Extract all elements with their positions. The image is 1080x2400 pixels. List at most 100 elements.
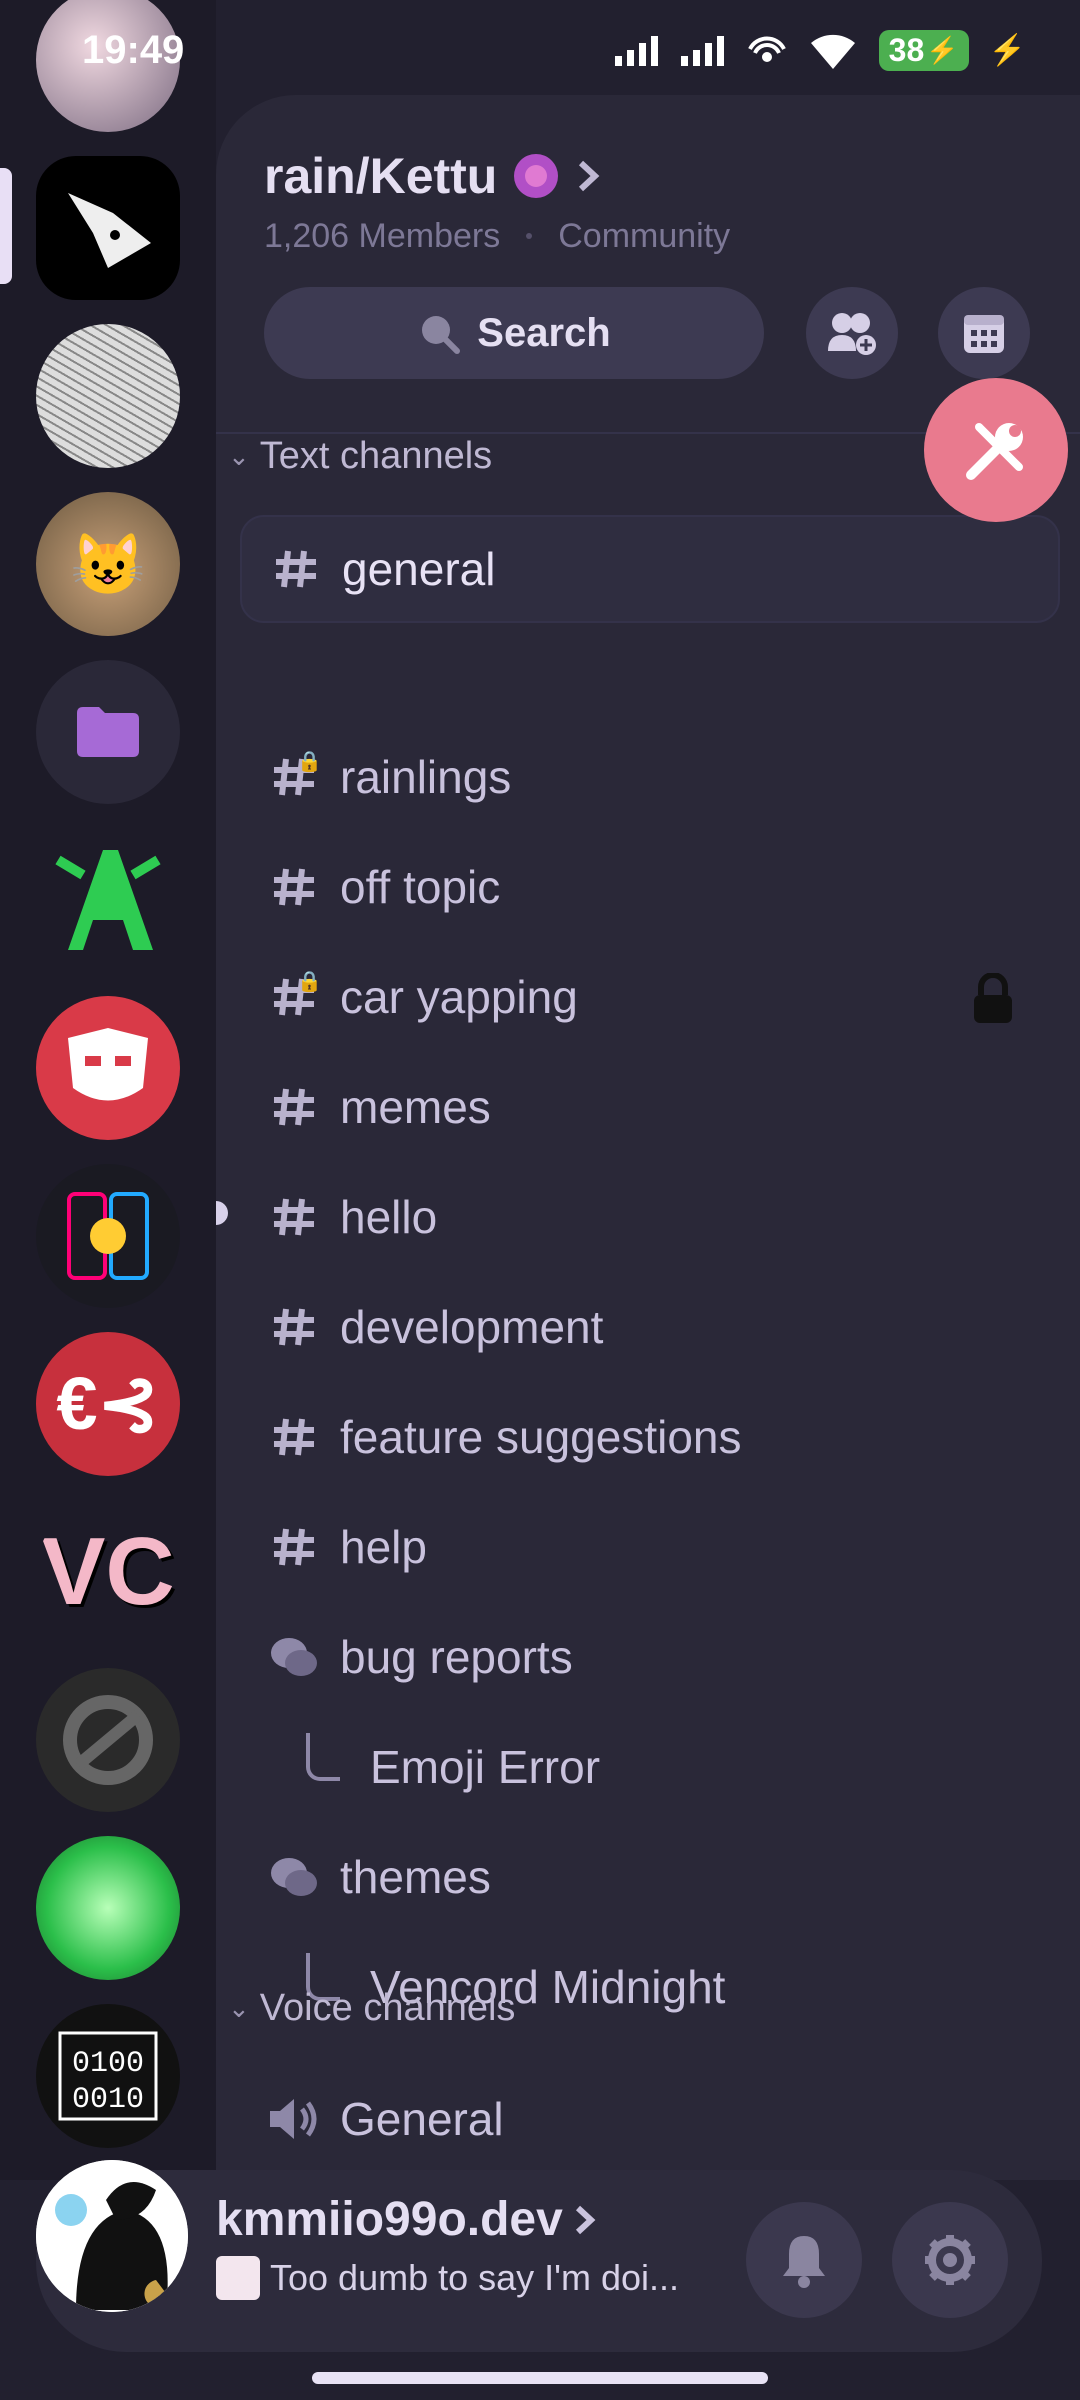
server-meta: 1,206 Members Community (264, 217, 730, 256)
server-green-anime[interactable] (36, 1836, 180, 1980)
wrench-icon (966, 423, 1023, 480)
hash-icon (266, 549, 326, 589)
user-avatar[interactable] (36, 2160, 188, 2312)
channel-development[interactable]: development (240, 1275, 1056, 1379)
username[interactable]: kmmiio99o.dev (216, 2192, 597, 2247)
forum-icon (264, 1855, 324, 1899)
channel-car-yapping[interactable]: 🔒 car yapping (240, 945, 1056, 1049)
hash-icon (264, 1307, 324, 1347)
channel-feature-suggestions[interactable]: feature suggestions (240, 1385, 1056, 1489)
chevron-right-icon (575, 2205, 596, 2234)
speaker-icon (264, 2097, 324, 2141)
unread-indicator (216, 1201, 228, 1225)
home-indicator[interactable] (312, 2372, 768, 2384)
channel-themes[interactable]: themes (240, 1825, 1056, 1929)
thread-label: Emoji Error (370, 1741, 601, 1793)
phones-logo-icon (67, 1192, 149, 1280)
member-count: 1,206 Members (264, 217, 501, 255)
category-label: Text channels (259, 435, 493, 477)
channel-label: rainlings (340, 751, 512, 803)
server-name: rain/Kettu (264, 148, 498, 204)
status-emoji-icon (216, 2256, 260, 2300)
hash-icon (264, 1417, 324, 1457)
hash-icon (264, 1527, 324, 1567)
chevron-down-icon: ⌄ (228, 441, 250, 471)
channel-label: General (340, 2093, 504, 2145)
invite-members-button[interactable] (806, 287, 898, 379)
username-label: kmmiio99o.dev (216, 2193, 563, 2246)
wifi-icon (810, 34, 855, 69)
channel-hello[interactable]: hello (240, 1165, 1056, 1269)
battery-indicator: 38 ⚡ (878, 30, 969, 71)
gear-icon (925, 2235, 975, 2285)
selected-server-indicator (0, 168, 12, 284)
search-label: Search (477, 310, 611, 355)
server-gray-logo[interactable] (36, 1668, 180, 1812)
category-voice-channels[interactable]: ⌄ Voice channels (228, 1987, 515, 2030)
server-title[interactable]: rain/Kettu (264, 147, 601, 205)
category-text-channels[interactable]: ⌄ Text channels (228, 435, 492, 478)
red-face-logo-icon (68, 1028, 148, 1101)
thread-emoji-error[interactable]: Emoji Error (276, 1715, 1036, 1819)
add-user-icon (828, 313, 876, 355)
hash-lock-icon: 🔒 (264, 971, 324, 1017)
server-folder[interactable] (36, 660, 180, 804)
plugin-settings-fab[interactable] (924, 378, 1068, 522)
server-vc[interactable]: VC (36, 1500, 180, 1644)
search-button[interactable]: Search (264, 287, 764, 379)
server-red-face[interactable] (36, 996, 180, 1140)
battery-level: 38 (888, 32, 925, 68)
settings-button[interactable] (892, 2202, 1008, 2318)
server-rail[interactable]: 😺 €⊰ VC 0100 0010 (0, 0, 216, 2180)
channel-label: memes (340, 1081, 491, 1133)
server-phones[interactable] (36, 1164, 180, 1308)
server-cat[interactable]: 😺 (36, 492, 180, 636)
channel-label: feature suggestions (340, 1411, 742, 1463)
channel-off-topic[interactable]: off topic (240, 835, 1056, 939)
notifications-button[interactable] (746, 2202, 862, 2318)
folder-icon (77, 707, 139, 757)
charging-icon: ⚡ (988, 34, 1026, 67)
forum-icon (264, 1635, 324, 1679)
svg-text:0100: 0100 (72, 2047, 144, 2081)
channel-general[interactable]: general (240, 515, 1060, 623)
chevron-down-icon: ⌄ (228, 1993, 250, 2023)
channel-bug-reports[interactable]: bug reports (240, 1605, 1056, 1709)
status-bar: 19:49 38 ⚡ ⚡ (0, 0, 1080, 110)
lock-icon (974, 973, 1012, 1023)
events-button[interactable] (938, 287, 1030, 379)
custom-status[interactable]: Too dumb to say I'm doi... (216, 2256, 679, 2300)
cellular-signal-2-icon (680, 35, 724, 66)
calendar-icon (964, 315, 1004, 353)
server-kettu[interactable] (36, 156, 180, 300)
server-manga[interactable] (36, 324, 180, 468)
fox-logo-icon (68, 193, 151, 268)
hash-icon (264, 1087, 324, 1127)
status-icons: 38 ⚡ ⚡ (614, 30, 1026, 71)
bell-icon (783, 2236, 825, 2288)
channel-rainlings[interactable]: 🔒 rainlings (240, 725, 1056, 829)
channel-label: hello (340, 1191, 438, 1243)
channel-memes[interactable]: memes (240, 1055, 1056, 1159)
server-green-logo[interactable] (36, 828, 180, 972)
hash-icon (264, 867, 324, 907)
binary-logo-icon: 01000010 (58, 2031, 158, 2121)
server-binary[interactable]: 0100 0010 (36, 2004, 180, 2148)
channel-label: off topic (340, 861, 501, 913)
channel-label: help (340, 1521, 427, 1573)
voice-channel-general[interactable]: General (240, 2067, 1056, 2171)
status-text: Too dumb to say I'm doi... (270, 2257, 680, 2298)
user-panel[interactable]: kmmiio99o.dev Too dumb to say I'm doi... (36, 2160, 1042, 2352)
channel-label: general (342, 543, 496, 595)
meta-separator (526, 233, 533, 239)
gray-circle-logo-icon (63, 1695, 153, 1785)
channel-help[interactable]: help (240, 1495, 1056, 1599)
cat-face-icon: 😺 (70, 530, 146, 598)
channel-label: themes (340, 1851, 491, 1903)
red-logo-icon: €⊰ (56, 1362, 160, 1445)
server-red-logo[interactable]: €⊰ (36, 1332, 180, 1476)
channel-label: bug reports (340, 1631, 573, 1683)
hotspot-icon (747, 35, 786, 62)
green-a-logo-icon (55, 850, 161, 950)
status-time: 19:49 (82, 28, 185, 72)
